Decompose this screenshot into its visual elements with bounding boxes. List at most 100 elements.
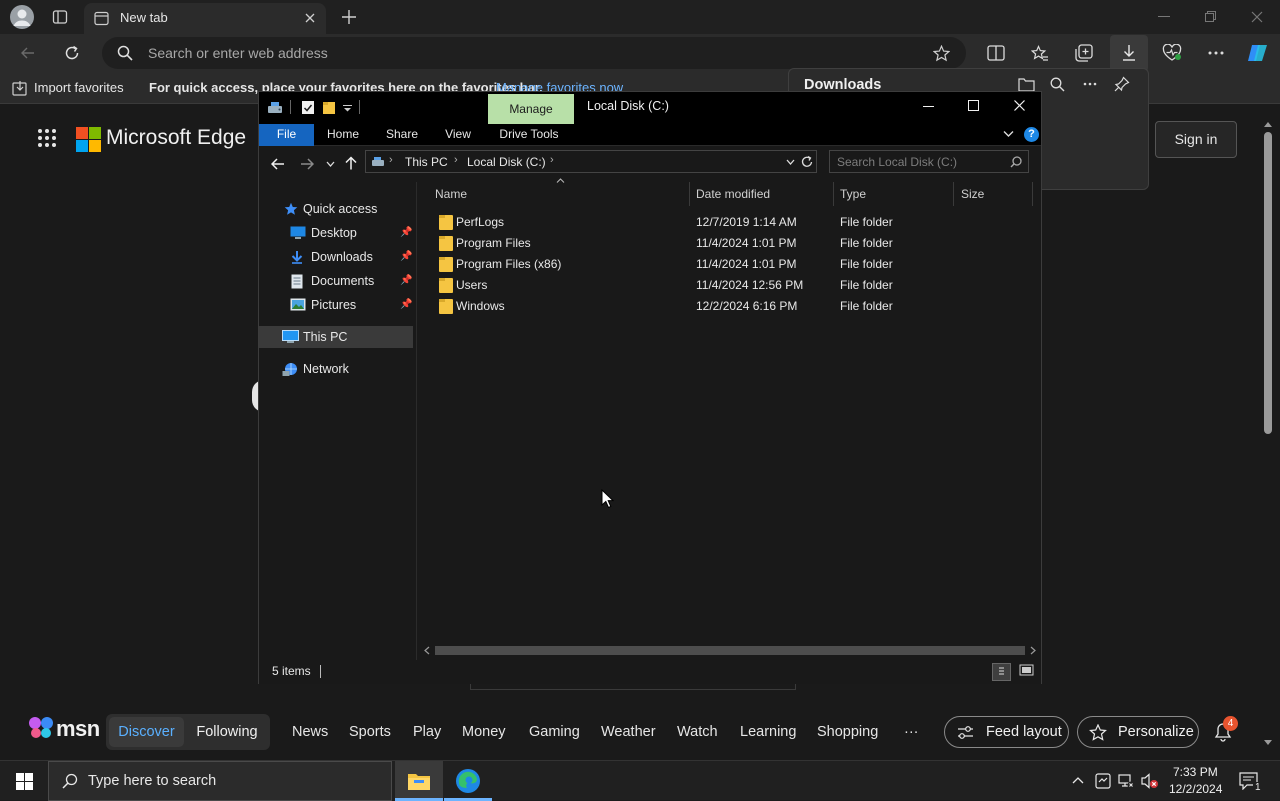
tree-item-desktop[interactable]: Desktop 📌	[259, 222, 415, 244]
ribbon-tab-share[interactable]: Share	[379, 124, 425, 146]
scroll-left-arrow-icon[interactable]	[424, 646, 430, 655]
feed-layout-button[interactable]: Feed layout	[944, 716, 1069, 748]
large-icons-view-icon[interactable]	[1019, 664, 1034, 678]
address-history-icon[interactable]	[786, 159, 795, 165]
tab-actions-icon[interactable]	[52, 9, 68, 25]
refresh-icon[interactable]	[56, 37, 88, 69]
msn-link-news[interactable]: News	[292, 721, 328, 743]
profile-avatar[interactable]	[10, 5, 34, 29]
tree-item-this-pc[interactable]: This PC	[259, 326, 413, 348]
msn-link-weather[interactable]: Weather	[601, 721, 656, 743]
downloads-more-icon[interactable]	[1083, 82, 1097, 86]
column-header-type[interactable]: Type	[840, 182, 866, 206]
table-row[interactable]: Program Files (x86) 11/4/2024 1:01 PM Fi…	[435, 254, 1035, 275]
downloads-button[interactable]	[1110, 35, 1148, 72]
msn-link-money[interactable]: Money	[462, 721, 506, 743]
tree-item-quick-access[interactable]: Quick access	[259, 198, 415, 220]
explorer-minimize-icon[interactable]	[923, 106, 934, 107]
msn-link-sports[interactable]: Sports	[349, 721, 391, 743]
personalize-button[interactable]: Personalize	[1077, 716, 1199, 748]
msn-logo[interactable]: msn	[56, 716, 100, 742]
address-breadcrumb[interactable]: › This PC › Local Disk (C:) ›	[365, 150, 817, 173]
scroll-down-arrow-icon[interactable]	[1264, 740, 1272, 745]
open-folder-icon[interactable]	[1018, 77, 1035, 92]
table-row[interactable]: PerfLogs 12/7/2019 1:14 AM File folder	[435, 212, 1035, 233]
column-divider[interactable]	[1032, 182, 1033, 206]
tree-item-pictures[interactable]: Pictures 📌	[259, 294, 415, 316]
ribbon-tab-file[interactable]: File	[259, 124, 314, 146]
horizontal-scrollbar[interactable]	[419, 642, 1041, 658]
tree-item-network[interactable]: Network	[259, 358, 415, 380]
close-window-icon[interactable]	[1251, 11, 1263, 23]
ribbon-tab-view[interactable]: View	[437, 124, 479, 146]
collections-icon[interactable]	[1068, 37, 1100, 69]
favorites-icon[interactable]	[1024, 37, 1056, 69]
help-icon[interactable]: ?	[1024, 127, 1039, 142]
ribbon-tab-home[interactable]: Home	[319, 124, 367, 146]
explorer-close-icon[interactable]	[1014, 100, 1025, 111]
scrollbar-thumb[interactable]	[1264, 132, 1272, 434]
msn-link-play[interactable]: Play	[413, 721, 441, 743]
msn-more-button[interactable]: ···	[904, 721, 919, 743]
taskbar-file-explorer[interactable]	[395, 761, 443, 801]
new-folder-qat-icon[interactable]	[322, 100, 336, 115]
details-view-icon[interactable]	[992, 663, 1011, 681]
new-tab-plus-icon[interactable]	[341, 9, 357, 25]
tree-item-downloads[interactable]: Downloads 📌	[259, 246, 415, 268]
properties-qat-icon[interactable]	[301, 100, 315, 115]
browser-essentials-icon[interactable]	[1156, 37, 1188, 69]
network-status-icon[interactable]	[1118, 773, 1135, 789]
tree-item-documents[interactable]: Documents 📌	[259, 270, 415, 292]
horizontal-scrollbar-thumb[interactable]	[435, 646, 1025, 655]
copilot-icon[interactable]	[1242, 37, 1274, 69]
apps-launcher-icon[interactable]	[37, 128, 57, 148]
msn-link-learning[interactable]: Learning	[740, 721, 796, 743]
downloads-search-icon[interactable]	[1050, 77, 1065, 92]
msn-link-gaming[interactable]: Gaming	[529, 721, 580, 743]
breadcrumb-local-disk[interactable]: Local Disk (C:)	[467, 155, 546, 169]
recent-locations-icon[interactable]	[326, 161, 335, 167]
show-hidden-icons-chevron-icon[interactable]	[1072, 776, 1084, 784]
nav-back-icon[interactable]	[271, 158, 285, 170]
tray-app-icon[interactable]	[1095, 773, 1111, 789]
column-divider[interactable]	[833, 182, 834, 206]
volume-muted-icon[interactable]	[1141, 773, 1159, 789]
column-divider[interactable]	[953, 182, 954, 206]
back-arrow-icon[interactable]	[12, 37, 44, 69]
nav-forward-icon[interactable]	[300, 158, 314, 170]
nav-up-icon[interactable]	[345, 156, 357, 170]
restore-icon[interactable]	[1205, 11, 1216, 22]
pin-flyout-icon[interactable]	[1114, 76, 1130, 92]
breadcrumb-this-pc[interactable]: This PC	[405, 155, 448, 169]
tab-following[interactable]: Following	[188, 717, 266, 747]
clock-time[interactable]: 7:33 PM	[1173, 765, 1218, 779]
tab-new-tab[interactable]: New tab	[84, 3, 326, 34]
scroll-right-arrow-icon[interactable]	[1030, 646, 1036, 655]
address-refresh-icon[interactable]	[801, 155, 813, 168]
taskbar-edge[interactable]	[444, 761, 492, 801]
table-row[interactable]: Windows 12/2/2024 6:16 PM File folder	[435, 296, 1035, 317]
msn-link-watch[interactable]: Watch	[677, 721, 718, 743]
minimize-icon[interactable]	[1158, 16, 1170, 17]
page-scrollbar[interactable]	[1262, 122, 1274, 762]
import-favorites-link[interactable]: Import favorites	[34, 80, 124, 95]
column-header-size[interactable]: Size	[961, 182, 984, 206]
sign-in-button[interactable]: Sign in	[1155, 121, 1237, 158]
close-tab-icon[interactable]	[304, 12, 316, 24]
address-bar[interactable]: Search or enter web address	[102, 37, 966, 69]
table-row[interactable]: Program Files 11/4/2024 1:01 PM File fol…	[435, 233, 1035, 254]
msn-link-shopping[interactable]: Shopping	[817, 721, 878, 743]
column-header-name[interactable]: Name	[435, 182, 467, 206]
table-row[interactable]: Users 11/4/2024 12:56 PM File folder	[435, 275, 1035, 296]
taskbar-search-box[interactable]: Type here to search	[48, 761, 392, 801]
split-screen-icon[interactable]	[980, 37, 1012, 69]
more-options-icon[interactable]	[1200, 37, 1232, 69]
clock-date[interactable]: 12/2/2024	[1169, 782, 1222, 796]
scroll-up-arrow-icon[interactable]	[1264, 122, 1272, 127]
expand-ribbon-icon[interactable]	[1003, 130, 1014, 138]
ribbon-context-group-manage[interactable]: Manage	[488, 94, 574, 124]
column-header-date-modified[interactable]: Date modified	[696, 182, 770, 206]
tab-discover[interactable]: Discover	[109, 717, 184, 747]
explorer-search-box[interactable]: Search Local Disk (C:)	[829, 150, 1029, 173]
ribbon-tab-drive-tools[interactable]: Drive Tools	[493, 124, 565, 146]
